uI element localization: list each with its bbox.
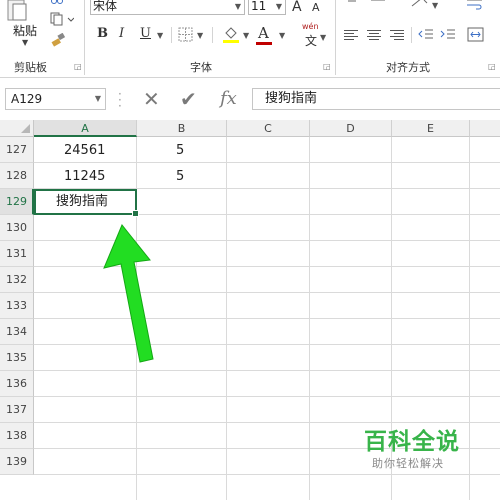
watermark-logo: 百科全说 助你轻松解决	[352, 420, 492, 475]
watermark-subtitle: 助你轻松解决	[372, 457, 444, 470]
watermark-title: 百科全说	[364, 429, 460, 455]
